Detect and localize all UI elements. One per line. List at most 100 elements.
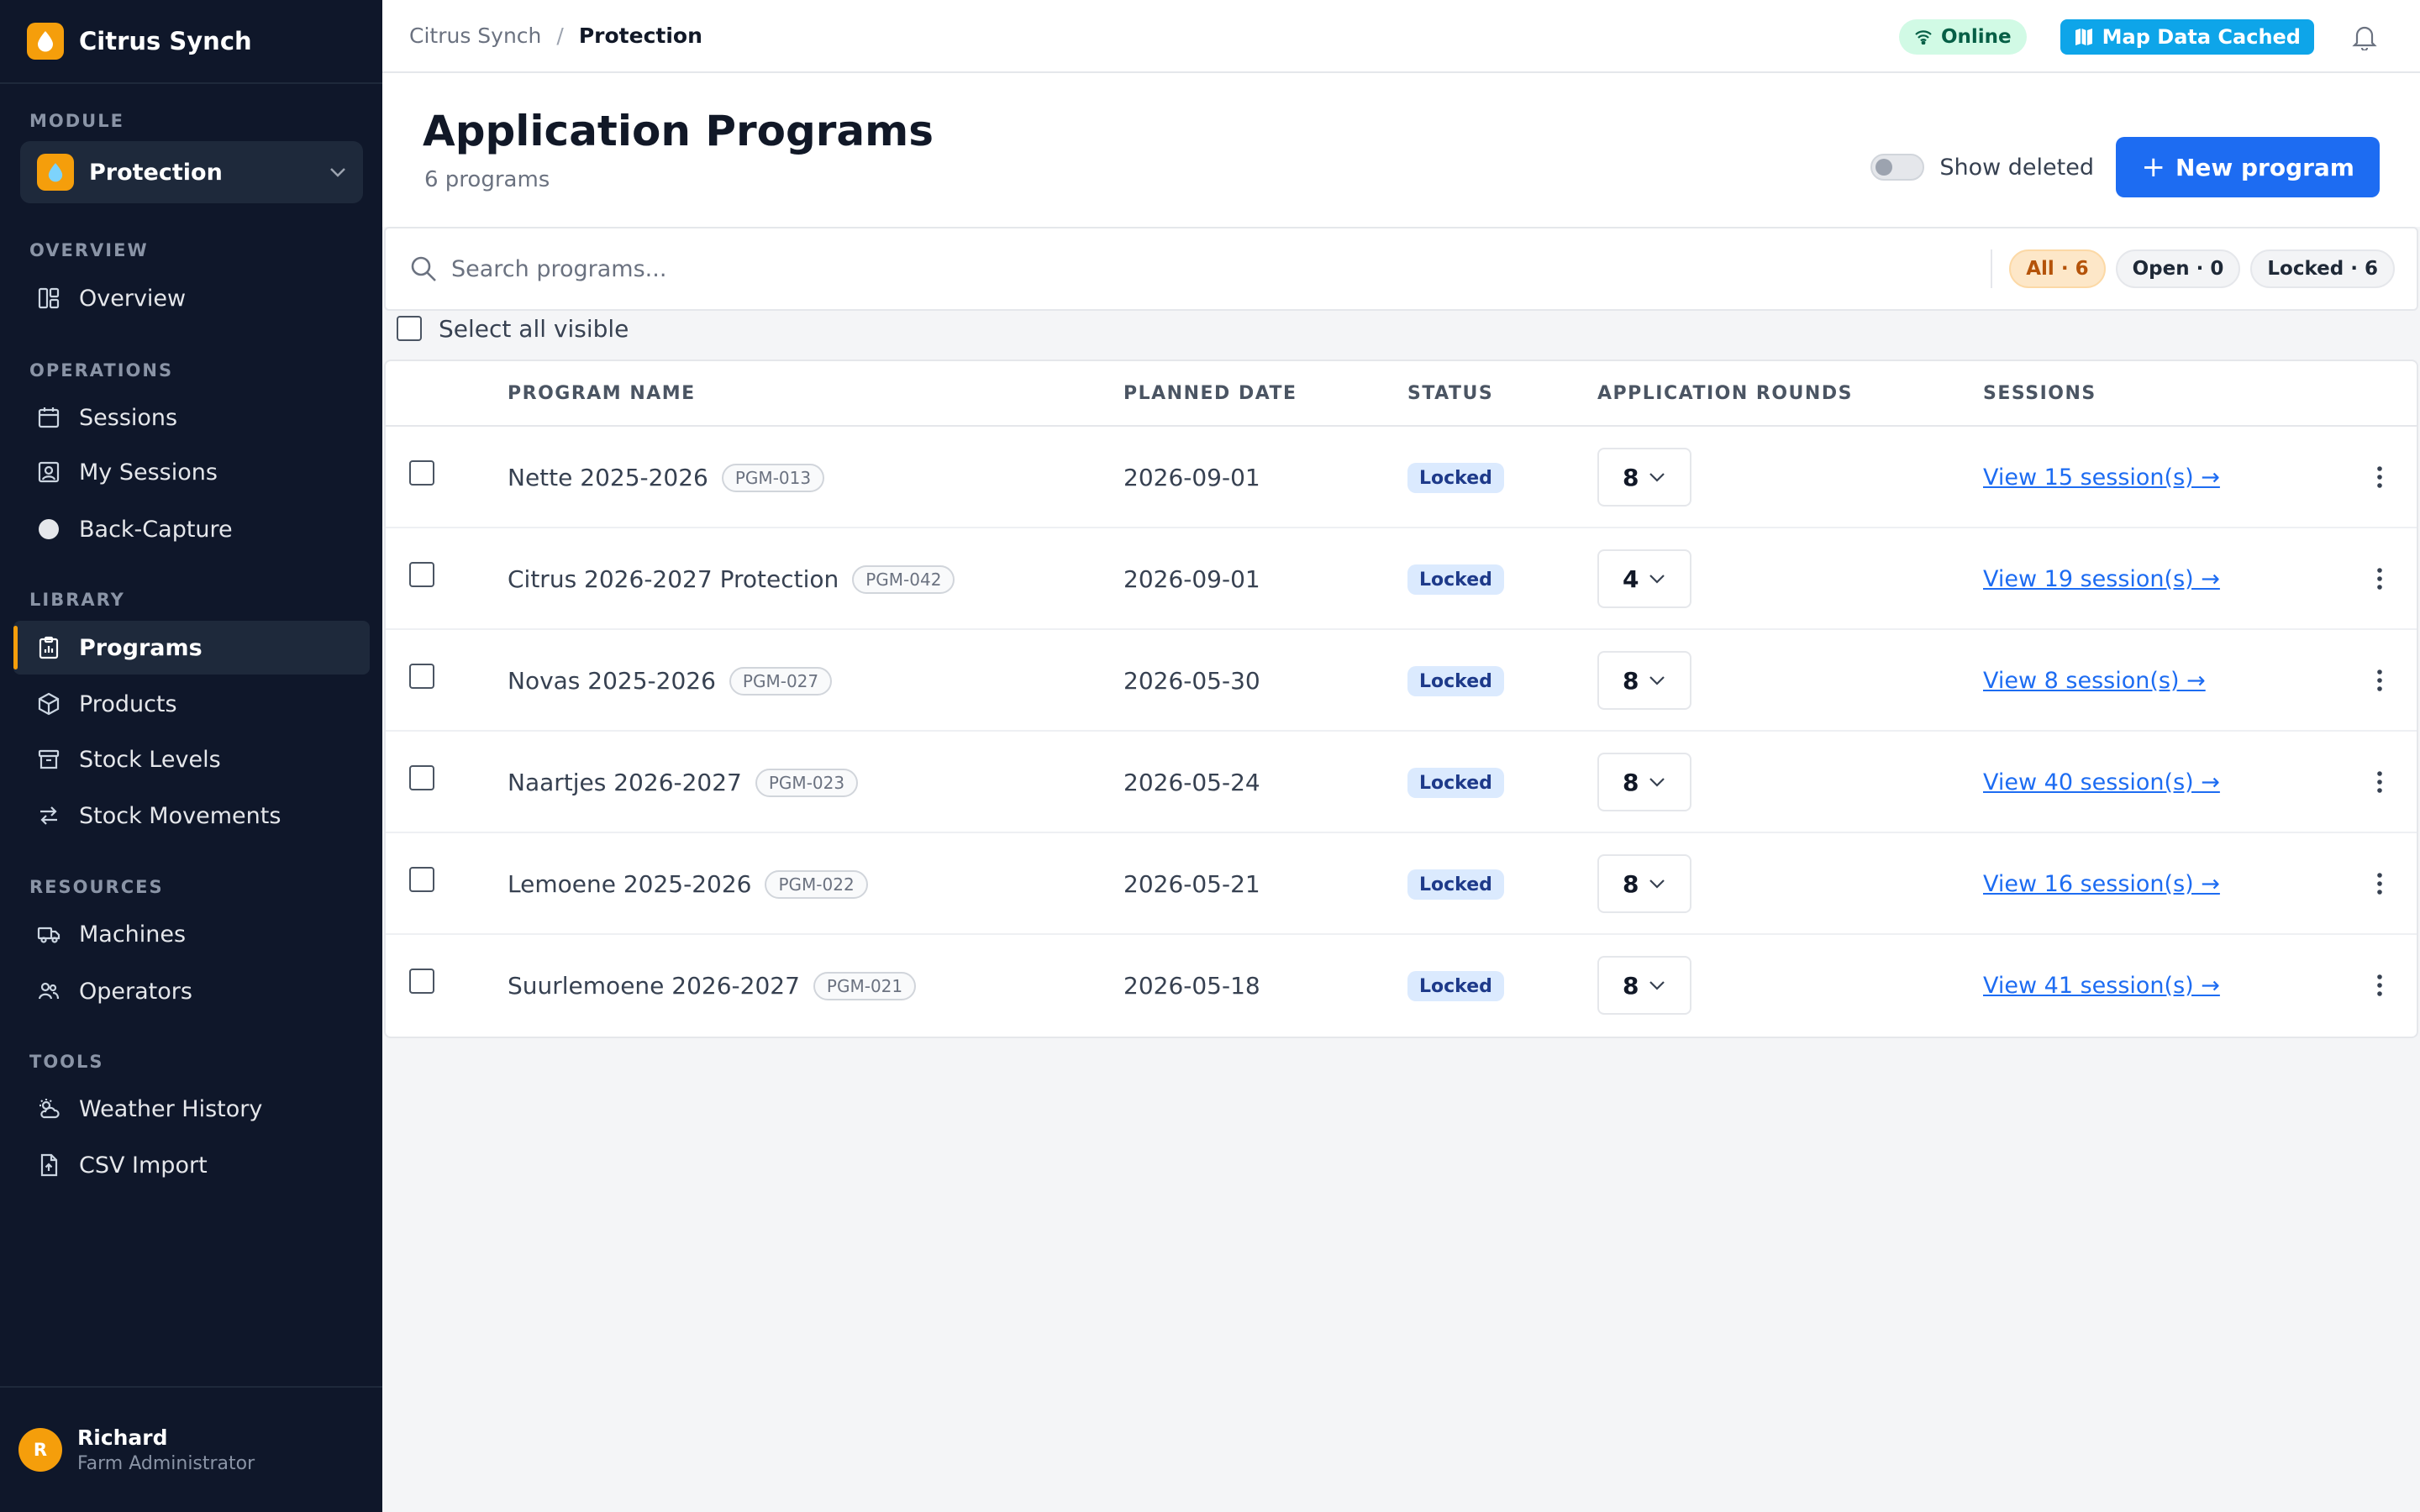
bell-icon[interactable] [2348,20,2381,54]
filter-chip-open[interactable]: Open · 0 [2115,249,2241,288]
chip-label: Open [2132,258,2190,280]
rounds-dropdown[interactable]: 4 [1597,549,1691,608]
sidebar-item-operators[interactable]: Operators [13,964,370,1018]
search-input[interactable] [451,255,1991,282]
view-sessions-link[interactable]: View 16 session(s) → [1983,833,2220,935]
breadcrumb-separator: / [556,24,564,48]
sidebar-item-label: Products [79,690,177,717]
filter-chip-all[interactable]: All · 6 [2009,249,2106,288]
rounds-dropdown[interactable]: 8 [1597,448,1691,507]
select-all-label: Select all visible [439,314,629,343]
row-checkbox[interactable] [409,460,434,486]
clipboard-chart-icon [35,634,62,661]
status-badge: Locked [1407,564,1504,595]
program-name: Nette 2025-2026 [508,464,708,491]
filter-chip-locked[interactable]: Locked · 6 [2250,249,2395,288]
layout-icon [35,285,62,312]
breadcrumb-current: Protection [578,24,702,48]
sidebar-item-label: Operators [79,978,192,1005]
kebab-menu-icon[interactable] [2367,869,2392,899]
row-checkbox[interactable] [409,562,434,587]
sidebar-item-sessions[interactable]: Sessions [13,391,370,444]
sidebar-item-csv-import[interactable]: CSV Import [13,1138,370,1192]
sidebar-item-machines[interactable]: Machines [13,907,370,961]
sidebar-item-stock-levels[interactable]: Stock Levels [13,732,370,786]
kebab-menu-icon[interactable] [2367,564,2392,594]
chevron-down-icon [1649,676,1665,685]
planned-date: 2026-05-21 [1123,870,1260,898]
row-checkbox[interactable] [409,765,434,790]
brand[interactable]: Citrus Synch [0,0,382,84]
programs-table: PROGRAM NAME PLANNED DATE STATUS APPLICA… [384,360,2418,1038]
sidebar-item-weather-history[interactable]: Weather History [13,1082,370,1136]
map-cached-badge[interactable]: Map Data Cached [2060,18,2314,55]
rounds-dropdown[interactable]: 8 [1597,956,1691,1015]
view-sessions-link[interactable]: View 19 session(s) → [1983,528,2220,630]
status-badge: Locked [1407,768,1504,798]
show-deleted-toggle[interactable]: Show deleted [1870,154,2094,181]
avatar: R [18,1428,62,1472]
new-program-button[interactable]: + New program [2116,137,2380,197]
row-checkbox[interactable] [409,867,434,892]
breadcrumb-root[interactable]: Citrus Synch [409,24,541,48]
program-count: 6 programs [424,167,550,192]
kebab-menu-icon[interactable] [2367,767,2392,797]
rounds-value: 8 [1623,869,1639,898]
view-sessions-link[interactable]: View 40 session(s) → [1983,732,2220,833]
toggle-switch[interactable] [1870,154,1925,181]
page-title: Application Programs [423,107,934,155]
chevron-down-icon [1649,473,1665,482]
filter-divider [1991,249,1993,288]
view-sessions-link[interactable]: View 8 session(s) → [1983,630,2206,732]
chevron-down-icon [1649,879,1665,889]
rounds-dropdown[interactable]: 8 [1597,753,1691,811]
rounds-dropdown[interactable]: 8 [1597,854,1691,913]
column-header-application-rounds[interactable]: APPLICATION ROUNDS [1597,383,1853,404]
section-label-resources: RESOURCES [29,877,164,897]
search-bar: All · 6 Open · 0 Locked · 6 [384,227,2418,311]
program-name: Novas 2025-2026 [508,667,716,695]
select-all-checkbox[interactable] [397,316,422,341]
sidebar-item-label: Programs [79,634,203,661]
column-header-sessions[interactable]: SESSIONS [1983,383,2096,404]
module-selector[interactable]: Protection [20,141,363,203]
sidebar-item-stock-movements[interactable]: Stock Movements [13,789,370,843]
program-code-badge: PGM-023 [755,768,859,797]
table-row[interactable]: Suurlemoene 2026-2027 PGM-021 2026-05-18 … [386,935,2417,1037]
table-row[interactable]: Novas 2025-2026 PGM-027 2026-05-30 Locked… [386,630,2417,732]
sidebar-item-label: CSV Import [79,1152,208,1179]
view-sessions-link[interactable]: View 41 session(s) → [1983,935,2220,1037]
file-upload-icon [35,1152,62,1179]
chip-label: Locked [2267,258,2344,280]
user-profile[interactable]: R Richard Farm Administrator [0,1386,382,1512]
table-row[interactable]: Nette 2025-2026 PGM-013 2026-09-01 Locked… [386,427,2417,528]
sidebar-item-products[interactable]: Products [13,677,370,731]
kebab-menu-icon[interactable] [2367,462,2392,492]
table-row[interactable]: Naartjes 2026-2027 PGM-023 2026-05-24 Loc… [386,732,2417,833]
program-code-badge: PGM-021 [813,971,917,1000]
view-sessions-link[interactable]: View 15 session(s) → [1983,427,2220,528]
sidebar-item-label: Back-Capture [79,516,233,543]
row-checkbox[interactable] [409,969,434,994]
sidebar-item-overview[interactable]: Overview [13,271,370,325]
sidebar-item-my-sessions[interactable]: My Sessions [13,445,370,499]
planned-date: 2026-05-30 [1123,667,1260,695]
column-header-status[interactable]: STATUS [1407,383,1493,404]
kebab-menu-icon[interactable] [2367,970,2392,1000]
column-header-planned-date[interactable]: PLANNED DATE [1123,383,1297,404]
kebab-menu-icon[interactable] [2367,665,2392,696]
sidebar-item-back-capture[interactable]: Back-Capture [13,502,370,556]
status-badge: Locked [1407,869,1504,900]
row-checkbox[interactable] [409,664,434,689]
sidebar-item-programs[interactable]: Programs [13,621,370,675]
select-all-visible[interactable]: Select all visible [397,314,629,343]
section-label-module: MODULE [29,111,124,131]
rounds-dropdown[interactable]: 8 [1597,651,1691,710]
table-row[interactable]: Citrus 2026-2027 Protection PGM-042 2026-… [386,528,2417,630]
sidebar-item-label: Weather History [79,1095,263,1122]
column-header-program-name[interactable]: PROGRAM NAME [508,383,696,404]
table-row[interactable]: Lemoene 2025-2026 PGM-022 2026-05-21 Lock… [386,833,2417,935]
rounds-value: 8 [1623,971,1639,1000]
section-label-overview: OVERVIEW [29,240,149,260]
chip-count: 6 [2075,258,2089,280]
